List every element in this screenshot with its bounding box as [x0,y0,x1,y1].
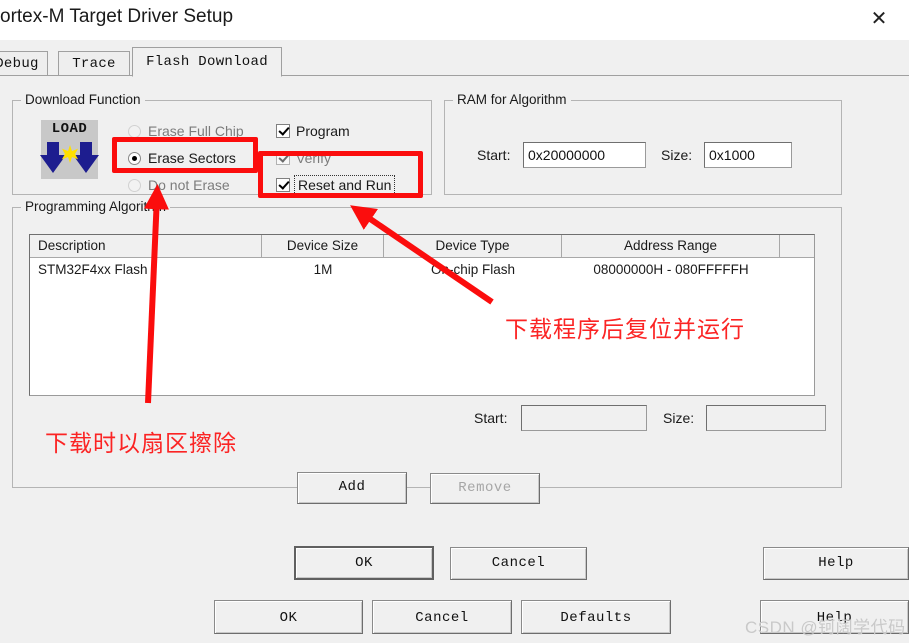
algo-size-input[interactable] [706,405,826,431]
tab-strip: Debug Trace Flash Download [0,47,909,77]
download-function-group: Download Function LOAD Erase Full Chip E… [12,92,432,195]
algo-start-label: Start: [474,410,508,426]
tab-debug[interactable]: Debug [0,51,48,76]
ram-start-input[interactable]: 0x20000000 [523,142,646,168]
checkbox-reset-and-run-label: Reset and Run [294,175,396,195]
target-driver-setup-dialog: ortex-M Target Driver Setup ✕ Debug Trac… [0,0,909,590]
checkbox-program-indicator [276,124,290,138]
radio-do-not-erase-indicator [128,179,141,192]
radio-erase-full-chip-indicator [128,125,141,138]
parent-cancel-button[interactable]: Cancel [372,600,512,634]
ram-for-algorithm-group: RAM for Algorithm Start: 0x20000000 Size… [444,92,842,195]
table-row[interactable]: STM32F4xx Flash 1M On-chip Flash 0800000… [30,258,814,282]
radio-erase-full-chip-label: Erase Full Chip [148,123,244,139]
checkbox-verify-indicator [276,151,290,165]
ram-start-label: Start: [477,147,511,163]
download-function-legend: Download Function [21,92,145,107]
radio-erase-sectors-indicator [128,152,141,165]
checkbox-verify-label: Verify [296,150,332,166]
radio-erase-sectors-label: Erase Sectors [148,150,236,166]
programming-algorithm-table[interactable]: Description Device Size Device Type Addr… [29,234,815,396]
csdn-watermark: CSDN @钶阔学代码 [745,618,906,637]
programming-algorithm-group: Programming Algorithm Description Device… [12,199,842,488]
radio-do-not-erase-label: Do not Erase [148,177,230,193]
column-header-address-range[interactable]: Address Range [562,235,780,257]
cell-device-type: On-chip Flash [430,262,516,277]
cell-device-size: 1M [313,262,333,277]
algo-start-input[interactable] [521,405,647,431]
column-header-device-type[interactable]: Device Type [384,235,562,257]
ram-size-label: Size: [661,147,693,163]
help-button[interactable]: Help [763,547,909,580]
table-header-row: Description Device Size Device Type Addr… [30,235,814,258]
programming-algorithm-legend: Programming Algorithm [21,199,171,214]
ram-size-input[interactable]: 0x1000 [704,142,792,168]
tab-trace[interactable]: Trace [58,51,130,76]
cell-description: STM32F4xx Flash [38,262,148,277]
checkbox-program-label: Program [296,123,350,139]
column-header-description[interactable]: Description [30,235,262,257]
checkbox-reset-and-run-indicator [276,178,290,192]
cancel-button[interactable]: Cancel [450,547,587,580]
remove-button[interactable]: Remove [430,473,540,504]
parent-defaults-button[interactable]: Defaults [521,600,671,634]
load-icon: LOAD [40,120,99,179]
load-icon-label: LOAD [51,121,88,137]
cell-address-range: 08000000H - 080FFFFFH [593,262,749,277]
column-header-device-size[interactable]: Device Size [262,235,384,257]
algo-size-label: Size: [663,410,695,426]
tab-flash-download[interactable]: Flash Download [132,47,282,77]
ram-for-algorithm-legend: RAM for Algorithm [453,92,571,107]
dialog-title: ortex-M Target Driver Setup [0,6,234,27]
add-button[interactable]: Add [297,472,407,504]
parent-ok-button[interactable]: OK [214,600,363,634]
dialog-titlebar: ortex-M Target Driver Setup ✕ [0,0,909,40]
ok-button[interactable]: OK [294,546,434,580]
close-icon[interactable]: ✕ [857,2,901,36]
column-header-spacer [780,235,814,257]
dialog-body: Debug Trace Flash Download Download Func… [0,40,909,590]
